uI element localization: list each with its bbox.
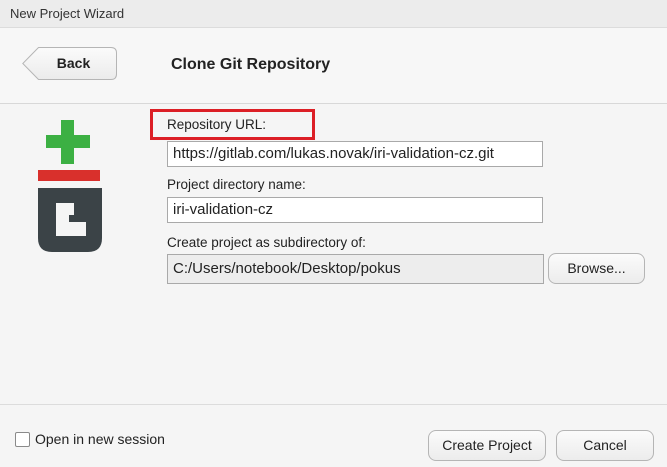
back-button[interactable]: Back xyxy=(22,47,117,80)
wizard-header: Back Clone Git Repository xyxy=(0,28,667,104)
page-title: Clone Git Repository xyxy=(171,56,331,73)
git-logo-icon xyxy=(38,120,102,252)
project-directory-name-input[interactable]: iri-validation-cz xyxy=(167,197,543,223)
footer-divider xyxy=(0,404,667,405)
back-button-label: Back xyxy=(56,55,91,71)
open-in-new-session-label: Open in new session xyxy=(35,431,165,447)
repository-url-input[interactable]: https://gitlab.com/lukas.novak/iri-valid… xyxy=(167,141,543,167)
window-titlebar: New Project Wizard xyxy=(0,0,667,28)
repository-url-label: Repository URL: xyxy=(167,117,267,132)
subdirectory-path-field: C:/Users/notebook/Desktop/pokus xyxy=(167,254,544,284)
subdirectory-label: Create project as subdirectory of: xyxy=(167,235,366,250)
cancel-button[interactable]: Cancel xyxy=(556,430,654,461)
open-in-new-session-checkbox[interactable] xyxy=(15,432,30,447)
project-directory-name-label: Project directory name: xyxy=(167,177,306,192)
browse-button[interactable]: Browse... xyxy=(548,253,645,284)
window-title: New Project Wizard xyxy=(10,6,125,21)
create-project-button[interactable]: Create Project xyxy=(428,430,546,461)
